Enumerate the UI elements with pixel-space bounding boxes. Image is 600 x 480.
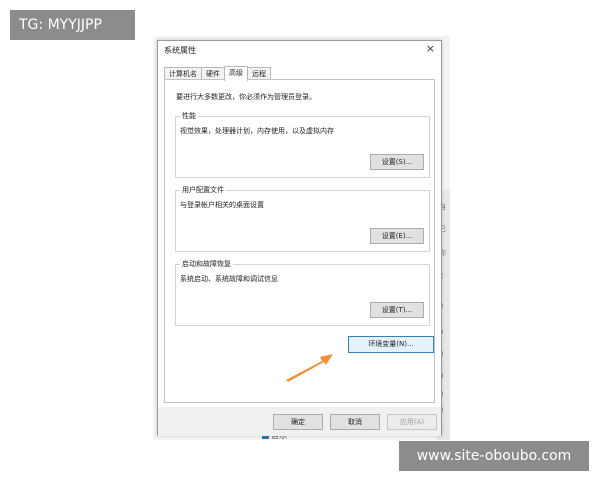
startup-recovery-group: 启动和故障恢复 系统启动、系统故障和调试信息 设置(T)... (175, 259, 430, 326)
group-title-performance: 性能 (180, 111, 198, 121)
startup-recovery-settings-button[interactable]: 设置(T)... (370, 302, 424, 318)
cancel-button[interactable]: 取消 (330, 414, 380, 430)
user-profiles-settings-button[interactable]: 设置(E)... (370, 228, 424, 244)
group-desc-startup-recovery: 系统启动、系统故障和调试信息 (180, 275, 278, 283)
apply-button[interactable]: 应用(A) (387, 414, 437, 430)
dialog-footer: 确定 取消 应用(A) (158, 407, 441, 436)
arrow-shape (286, 354, 333, 382)
close-icon[interactable]: × (426, 42, 435, 55)
tab-advanced[interactable]: 高级 (224, 66, 248, 81)
group-desc-user-profiles: 与登录帐户相关的桌面设置 (180, 201, 264, 209)
watermark-bottom-right: www.site-oboubo.com (399, 441, 589, 471)
watermark-top-left: TG: MYYJJPP (10, 10, 135, 40)
tab-strip: 计算机名 硬件 高级 远程 (164, 66, 271, 81)
pointer-arrow-icon (286, 354, 333, 382)
group-desc-performance: 视觉效果，处理器计划，内存使用，以及虚拟内存 (180, 127, 334, 135)
admin-notice: 要进行大多数更改，你必须作为管理员登录。 (176, 93, 316, 101)
dialog-title: 系统属性 (164, 46, 196, 55)
ok-button[interactable]: 确定 (273, 414, 323, 430)
environment-variables-button[interactable]: 环境变量(N)... (348, 336, 434, 353)
performance-group: 性能 视觉效果，处理器计划，内存使用，以及虚拟内存 设置(S)... (175, 111, 430, 178)
group-title-user-profiles: 用户配置文件 (180, 185, 226, 195)
group-title-startup-recovery: 启动和故障恢复 (180, 259, 233, 269)
performance-settings-button[interactable]: 设置(S)... (370, 154, 424, 170)
user-profiles-group: 用户配置文件 与登录帐户相关的桌面设置 设置(E)... (175, 185, 430, 252)
